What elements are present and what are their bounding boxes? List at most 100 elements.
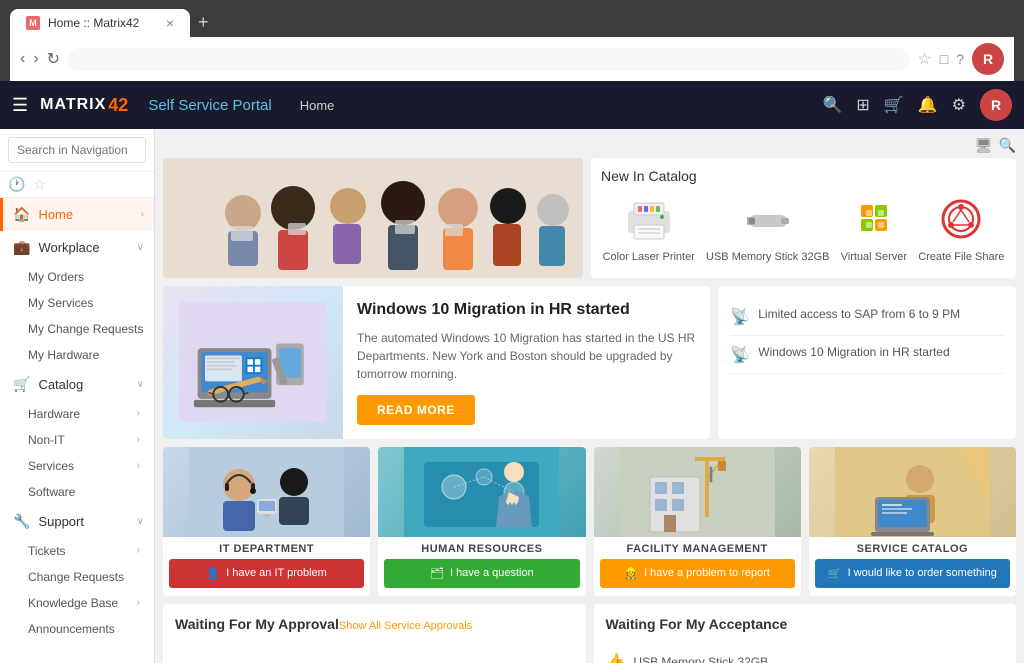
search-icon[interactable]: 🔍 (822, 95, 842, 115)
service-order-button[interactable]: 🛒 I would like to order something (815, 559, 1010, 588)
workplace-arrow: ∨ (137, 242, 144, 253)
address-bar: ‹ › ↻ ☆ □ ? R (10, 37, 1014, 81)
bookmark-button[interactable]: ☆ (917, 49, 931, 69)
workplace-icon: 💼 (13, 239, 30, 256)
logo: MATRIX 42 (40, 95, 128, 116)
extension-icon-2[interactable]: ? (956, 51, 964, 67)
fav-star-icon[interactable]: ☆ (33, 176, 46, 193)
facility-btn-label: I have a problem to report (644, 567, 770, 579)
file-share-label: Create File Share (918, 250, 1004, 264)
refresh-button[interactable]: ↻ (47, 49, 60, 69)
user-avatar-browser[interactable]: R (972, 43, 1004, 75)
sidebar-item-tickets[interactable]: Tickets› (0, 538, 154, 564)
facility-report-button[interactable]: 👷 I have a problem to report (600, 559, 795, 588)
sidebar-item-hardware[interactable]: Hardware› (0, 401, 154, 427)
catalog-item-printer[interactable]: Color Laser Printer (603, 194, 695, 264)
acceptance-item-1: 👍 USB Memory Stick 32GB (606, 644, 1005, 663)
news-illustration-svg (178, 302, 328, 422)
news-content: Windows 10 Migration in HR started The a… (343, 286, 710, 439)
home-icon: 🏠 (13, 206, 30, 223)
app-bar: ☰ MATRIX 42 Self Service Portal Home 🔍 ⊞… (0, 81, 1024, 129)
browser-tabs: M Home :: Matrix42 × + (10, 8, 1014, 37)
sidebar-item-catalog[interactable]: 🛒 Catalog ∨ (0, 368, 154, 401)
service-illustration (835, 447, 990, 537)
notification-icon-2: 📡 (730, 345, 750, 365)
news-card: Windows 10 Migration in HR started The a… (163, 286, 710, 439)
acceptance-text-1: USB Memory Stick 32GB (633, 655, 768, 663)
bottom-row: Waiting For My Approval Show All Service… (163, 604, 1016, 663)
sidebar-item-my-orders[interactable]: My Orders (0, 264, 154, 290)
sidebar-item-software[interactable]: Software (0, 479, 154, 505)
sidebar-item-workplace[interactable]: 💼 Workplace ∨ (0, 231, 154, 264)
active-tab[interactable]: M Home :: Matrix42 × (10, 9, 190, 37)
tab-favicon: M (26, 16, 40, 30)
grid-icon[interactable]: ⊞ (856, 95, 869, 115)
support-arrow: ∨ (137, 516, 144, 527)
sidebar-search-input[interactable] (8, 137, 146, 163)
facility-illustration (620, 447, 775, 537)
sidebar-item-my-services[interactable]: My Services (0, 290, 154, 316)
dept-image-hr (378, 447, 585, 537)
sidebar-item-services[interactable]: Services› (0, 453, 154, 479)
tab-title: Home :: Matrix42 (48, 16, 139, 30)
facility-btn-icon: 👷 (624, 567, 638, 580)
sidebar-search-container (0, 129, 154, 172)
sidebar-item-home[interactable]: 🏠 Home › (0, 198, 154, 231)
hero-illustration (163, 158, 583, 278)
notification-text-2: Windows 10 Migration in HR started (758, 344, 949, 361)
logo-matrix-text: MATRIX (40, 96, 106, 114)
catalog-arrow: ∨ (137, 379, 144, 390)
show-all-approvals-link[interactable]: Show All Service Approvals (339, 620, 472, 632)
logo-number: 42 (108, 95, 128, 116)
printer-icon-container (619, 194, 679, 244)
hamburger-menu[interactable]: ☰ (12, 95, 28, 116)
sidebar-catalog-label: Catalog (38, 377, 83, 392)
notification-text-1: Limited access to SAP from 6 to 9 PM (758, 306, 960, 323)
fav-clock-icon[interactable]: 🕐 (8, 176, 25, 193)
sidebar-item-my-change-requests[interactable]: My Change Requests (0, 316, 154, 342)
tab-close-button[interactable]: × (166, 15, 174, 31)
usb-label: USB Memory Stick 32GB (706, 250, 829, 264)
sidebar-item-support[interactable]: 🔧 Support ∨ (0, 505, 154, 538)
hr-question-button[interactable]: 🗂 I have a question (384, 559, 579, 588)
it-problem-button[interactable]: 👤 I have an IT problem (169, 559, 364, 588)
news-title: Windows 10 Migration in HR started (357, 300, 696, 321)
read-more-button[interactable]: READ MORE (357, 395, 475, 425)
catalog-items-list: Color Laser Printer USB Memory (601, 194, 1006, 264)
support-icon: 🔧 (13, 513, 30, 530)
main-content: 🖥 🔍 (155, 129, 1024, 663)
catalog-item-virtual-server[interactable]: Virtual Server (841, 194, 907, 264)
approval-title: Waiting For My Approval (175, 616, 339, 632)
sidebar-item-change-requests[interactable]: Change Requests (0, 564, 154, 590)
news-body: The automated Windows 10 Migration has s… (357, 329, 696, 383)
dept-label-service: SERVICE CATALOG (809, 537, 1016, 559)
printer-svg (620, 195, 678, 243)
catalog-item-file-share[interactable]: Create File Share (918, 194, 1004, 264)
sidebar-item-non-it[interactable]: Non-IT› (0, 427, 154, 453)
screen-icon[interactable]: 🖥 (975, 137, 993, 154)
breadcrumb[interactable]: Home (300, 98, 335, 113)
address-input[interactable] (68, 48, 909, 71)
notification-item-2: 📡 Windows 10 Migration in HR started (730, 336, 1004, 374)
sidebar-support-label: Support (38, 514, 84, 529)
back-button[interactable]: ‹ (20, 50, 25, 68)
service-btn-icon: 🛒 (828, 567, 842, 580)
sidebar: 🕐 ☆ 🏠 Home › 💼 Workplace ∨ My Orders My … (0, 129, 155, 663)
approval-section: Waiting For My Approval Show All Service… (163, 604, 586, 663)
new-tab-button[interactable]: + (190, 8, 217, 37)
sidebar-item-announcements[interactable]: Announcements (0, 616, 154, 642)
it-dept-illustration (189, 447, 344, 537)
maximize-icon[interactable]: 🔍 (999, 137, 1016, 154)
sidebar-item-my-hardware[interactable]: My Hardware (0, 342, 154, 368)
forward-button[interactable]: › (33, 50, 38, 68)
extension-icon-1[interactable]: □ (940, 51, 948, 67)
new-in-catalog: New In Catalog (591, 158, 1016, 278)
settings-icon[interactable]: ⚙ (952, 95, 966, 115)
virtual-server-svg (845, 195, 903, 243)
user-avatar[interactable]: R (980, 89, 1012, 121)
catalog-item-usb[interactable]: USB Memory Stick 32GB (706, 194, 829, 264)
acceptance-section: Waiting For My Acceptance 👍 USB Memory S… (594, 604, 1017, 663)
bell-icon[interactable]: 🔔 (918, 95, 938, 115)
cart-icon[interactable]: 🛒 (884, 95, 904, 115)
sidebar-item-knowledge-base[interactable]: Knowledge Base› (0, 590, 154, 616)
